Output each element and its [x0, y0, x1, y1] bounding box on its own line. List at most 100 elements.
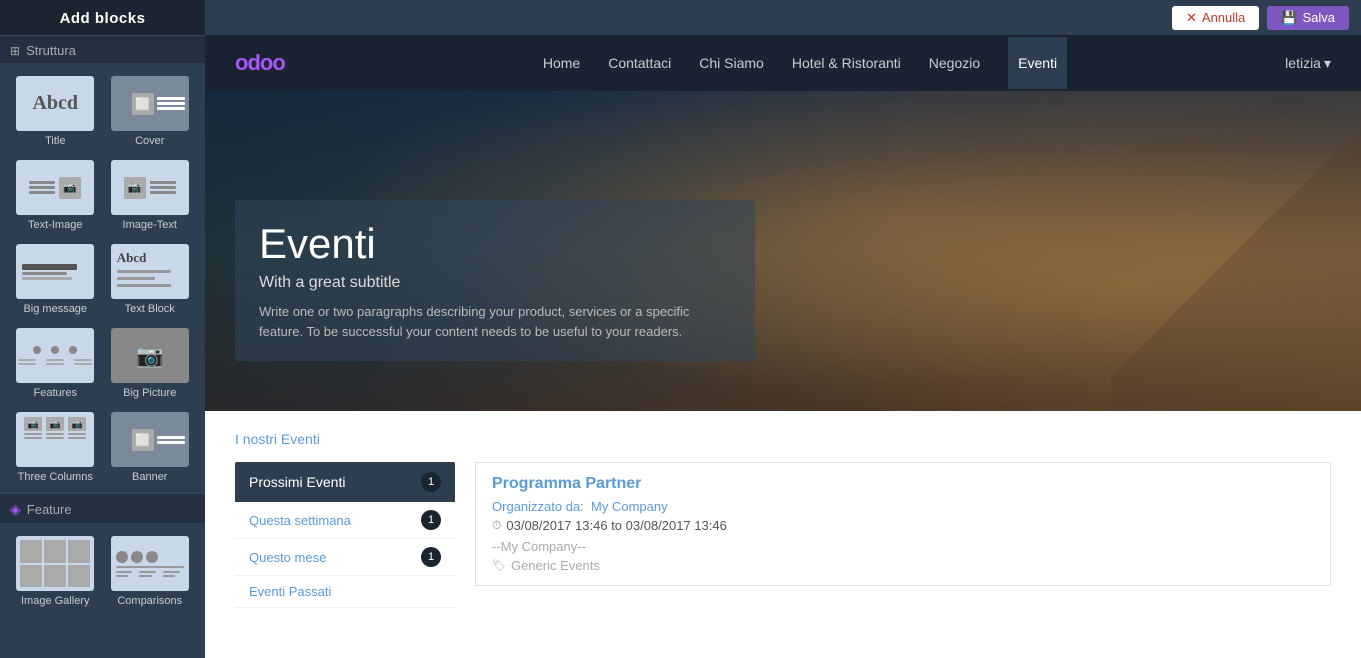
site-nav: odoo Home Contattaci Chi Siamo Hotel & R…	[205, 35, 1361, 91]
filter-label-questo-mese: Questo mese	[249, 550, 326, 565]
feat-line-group-2	[46, 359, 64, 365]
block-item-features[interactable]: Features	[8, 320, 103, 404]
banner-lines	[157, 436, 185, 444]
cancel-button[interactable]: ✕ Annulla	[1172, 6, 1259, 30]
comp-row-2	[116, 571, 184, 577]
fl-2-1	[46, 359, 64, 361]
block-thumb-big-picture: 📷	[111, 328, 189, 383]
nav-user-name: letizia	[1285, 55, 1321, 71]
event-organizer: Organizzato da: My Company	[492, 499, 1314, 514]
tb-line-1	[117, 270, 171, 273]
grid-icon: ⊞	[10, 44, 20, 58]
event-title[interactable]: Programma Partner	[492, 475, 1314, 493]
nav-link-contattaci[interactable]: Contattaci	[608, 55, 671, 71]
filter-count-questa-settimana: 1	[421, 510, 441, 530]
comp-icon-1	[116, 551, 128, 563]
cancel-label: Annulla	[1202, 10, 1245, 25]
event-tags: 🏷 Generic Events	[492, 558, 1314, 573]
block-item-comparisons[interactable]: Comparisons	[103, 528, 198, 612]
events-section-title: I nostri Eventi	[235, 431, 1331, 447]
block-item-image-text[interactable]: 📷 Image-Text	[103, 152, 198, 236]
block-thumb-text-block: Abcd	[111, 244, 189, 299]
bigpic-preview: 📷	[111, 328, 189, 383]
cln-2	[116, 575, 128, 577]
save-button[interactable]: 💾 Salva	[1267, 6, 1349, 30]
events-filter-sidebar: Prossimi Eventi 1 Questa settimana 1 Que…	[235, 462, 455, 608]
comp-col-3	[163, 571, 184, 577]
block-thumb-big-message	[16, 244, 94, 299]
block-label-big-message: Big message	[23, 303, 87, 315]
diamond-icon: ◈	[10, 501, 21, 518]
topbar: ✕ Annulla 💾 Salva	[205, 0, 1361, 35]
it-line-2	[150, 186, 176, 189]
event-organizer-name[interactable]: My Company	[591, 499, 668, 514]
block-item-title[interactable]: Abcd Title	[8, 68, 103, 152]
tc-img-3: 📷	[68, 417, 86, 431]
filter-item-eventi-passati[interactable]: Eventi Passati	[235, 576, 455, 608]
block-label-big-picture: Big Picture	[123, 387, 176, 399]
nav-link-chi-siamo[interactable]: Chi Siamo	[699, 55, 764, 71]
nav-link-negozio[interactable]: Negozio	[929, 55, 980, 71]
ig-cell-6	[68, 565, 90, 588]
hero-diagonal	[1111, 91, 1361, 411]
tc-ln-1	[24, 433, 42, 435]
block-item-big-message[interactable]: Big message	[8, 236, 103, 320]
block-label-banner: Banner	[132, 471, 167, 483]
struttura-block-grid: Abcd Title ⬜ Cover	[0, 63, 205, 493]
event-organizer-label: Organizzato da:	[492, 499, 584, 514]
sidebar-section-struttura: ⊞ Struttura	[0, 35, 205, 63]
banner-line-1	[157, 436, 185, 439]
banner-preview: ⬜	[111, 412, 189, 467]
sidebar-header: Add blocks	[0, 0, 205, 35]
tc-col-2: 📷	[46, 417, 64, 439]
tc-ln-2	[24, 437, 42, 439]
cover-img-icon: ⬜	[132, 93, 154, 115]
hero-title: Eventi	[259, 220, 731, 268]
nav-link-eventi[interactable]: Eventi	[1008, 37, 1067, 89]
features-preview	[16, 328, 94, 383]
block-item-three-columns[interactable]: 📷 📷 📷 Three Column	[8, 404, 103, 488]
nav-link-home[interactable]: Home	[543, 55, 580, 71]
block-label-three-columns: Three Columns	[18, 471, 93, 483]
filter-header-label: Prossimi Eventi	[249, 474, 345, 490]
website-content: odoo Home Contattaci Chi Siamo Hotel & R…	[205, 35, 1361, 658]
title-preview: Abcd	[16, 76, 94, 131]
comp-icon-2	[131, 551, 143, 563]
hero-section: Eventi With a great subtitle Write one o…	[205, 91, 1361, 411]
main-area: ✕ Annulla 💾 Salva odoo Home Contattaci C…	[205, 0, 1361, 658]
bm-line-2	[22, 272, 67, 275]
it-lines	[150, 181, 176, 194]
nav-link-hotel[interactable]: Hotel & Ristoranti	[792, 55, 901, 71]
filter-label-eventi-passati: Eventi Passati	[249, 584, 331, 599]
hero-description: Write one or two paragraphs describing y…	[259, 302, 731, 341]
logo-text: odoo	[235, 50, 285, 75]
cover-preview: ⬜	[111, 76, 189, 131]
cancel-icon: ✕	[1186, 10, 1197, 26]
block-item-big-picture[interactable]: 📷 Big Picture	[103, 320, 198, 404]
ig-cell-2	[44, 540, 66, 563]
event-date: ⏱ 03/08/2017 13:46 to 03/08/2017 13:46	[492, 518, 1314, 533]
block-thumb-features	[16, 328, 94, 383]
block-item-text-block[interactable]: Abcd Text Block	[103, 236, 198, 320]
cln-4	[139, 575, 151, 577]
block-label-comparisons: Comparisons	[117, 595, 182, 607]
fl-1-1	[18, 359, 36, 361]
block-item-text-image[interactable]: 📷 Text-Image	[8, 152, 103, 236]
comp-col-1	[116, 571, 137, 577]
event-company: --My Company--	[492, 539, 1314, 554]
sidebar-section-feature: ◈ Feature	[0, 493, 205, 523]
text-image-preview: 📷	[16, 160, 94, 215]
tc-img-2: 📷	[46, 417, 64, 431]
nav-links: Home Contattaci Chi Siamo Hotel & Ristor…	[325, 37, 1285, 89]
block-item-image-gallery[interactable]: Image Gallery	[8, 528, 103, 612]
block-item-cover[interactable]: ⬜ Cover	[103, 68, 198, 152]
block-item-banner[interactable]: ⬜ Banner	[103, 404, 198, 488]
nav-user[interactable]: letizia ▾	[1285, 55, 1331, 72]
tc-col-1: 📷	[24, 417, 42, 439]
filter-item-questa-settimana[interactable]: Questa settimana 1	[235, 502, 455, 539]
tc-ln-6	[68, 437, 86, 439]
filter-item-questo-mese[interactable]: Questo mese 1	[235, 539, 455, 576]
feat-lines	[18, 359, 92, 365]
ti-lines	[29, 181, 55, 194]
ig-cell-3	[68, 540, 90, 563]
